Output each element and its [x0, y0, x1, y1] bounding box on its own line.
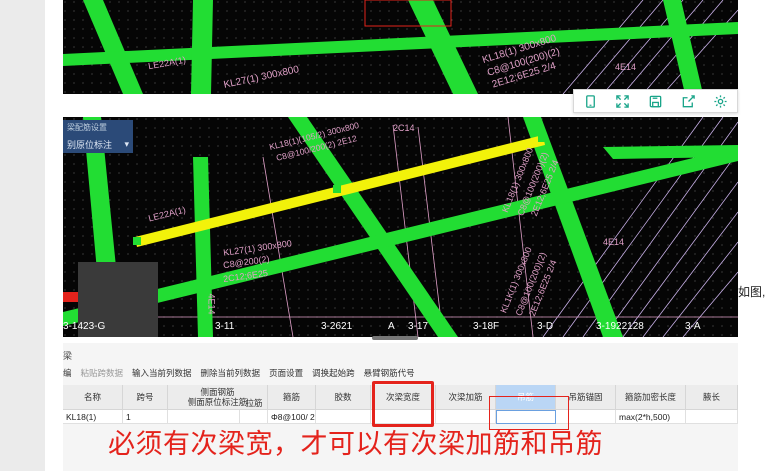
cad-main-drawing	[63, 117, 738, 337]
header-densify-length[interactable]: 箍筋加密长度	[616, 385, 686, 410]
toolbar-cantilever-code[interactable]: 悬臂钢筋代号	[364, 367, 415, 381]
cad-view-top[interactable]: KL18(1) 300x800 C8@100(200)(2) 2E12;6E25…	[63, 0, 738, 94]
dropdown-top-label: 梁配筋设置	[67, 123, 107, 132]
header-span[interactable]: 跨号	[123, 385, 168, 410]
dropdown-value: 别原位标注	[67, 140, 113, 150]
cell-haunch[interactable]	[686, 410, 738, 424]
expand-icon[interactable]	[613, 92, 633, 110]
annotation-mode-dropdown[interactable]: 梁配筋设置 别原位标注 ▾	[63, 120, 133, 153]
caret-down-icon: ▾	[124, 139, 129, 149]
tablet-icon[interactable]	[580, 92, 600, 110]
toolbar-paste-span-data[interactable]: 粘贴跨数据	[81, 367, 124, 381]
axis-label-1: 3-1423-G	[63, 321, 106, 332]
axis-label-4: A	[388, 321, 395, 332]
cad-top-label-6: 4E14	[615, 62, 637, 72]
header-haunch[interactable]: 腋长	[686, 385, 738, 410]
cell-densify-length[interactable]: max(2*h,500)	[616, 410, 686, 424]
axis-label-3: 3-2621	[321, 321, 353, 332]
header-side-bars-label: 侧面钢筋	[200, 387, 235, 397]
cad-label-15: 4E14	[603, 237, 625, 247]
side-text: 如图,	[738, 285, 766, 299]
axis-label-8: 3-1922128	[596, 321, 644, 332]
toolbar-page-setup[interactable]: 页面设置	[269, 367, 303, 381]
highlight-secondary-width	[372, 381, 434, 427]
cad-view-main[interactable]: KL18(1)(105/2) 300x800 C8@100/200(2) 2E1…	[63, 117, 738, 337]
cad-top-drawing	[63, 0, 738, 94]
toolbar-input-column[interactable]: 输入当前列数据	[132, 367, 192, 381]
floating-toolbar	[573, 89, 738, 113]
header-stirrup[interactable]: 箍筋	[268, 385, 316, 410]
header-name[interactable]: 名称	[63, 385, 123, 410]
axis-label-2: 3-11	[215, 321, 235, 332]
axis-label-6: 3-18F	[473, 321, 500, 332]
screenshot-root: KL18(1) 300x800 C8@100(200)(2) 2E12;6E25…	[0, 0, 773, 471]
left-gutter	[0, 0, 45, 471]
caption-annotation: 必须有次梁宽，才可以有次梁加筋和吊筋	[108, 429, 603, 460]
save-icon[interactable]	[645, 92, 665, 110]
share-icon[interactable]	[678, 92, 698, 110]
header-secondary-bars[interactable]: 次梁加筋	[436, 385, 496, 410]
cad-label-14: 4E14	[206, 293, 217, 315]
cad-label-3: 2C14	[393, 123, 415, 133]
toolbar-delete-column[interactable]: 删除当前列数据	[201, 367, 261, 381]
axis-label-5: 3-17	[408, 321, 429, 332]
header-side-orig-label: 侧面原位标注筋	[187, 397, 248, 407]
panel-toolbar: 编 粘贴跨数据 输入当前列数据 删除当前列数据 页面设置 调换起始跨 悬臂钢筋代…	[63, 367, 415, 381]
splitter-handle[interactable]	[372, 336, 418, 340]
panel-title: 梁	[63, 351, 73, 361]
header-count[interactable]: 胶数	[316, 385, 371, 410]
toolbar-swap-start-span[interactable]: 调换起始跨	[312, 367, 355, 381]
axis-label-9: 3-A	[685, 321, 701, 332]
toolbar-edit[interactable]: 编	[63, 367, 72, 381]
header-tie-bars[interactable]: 拉筋	[240, 395, 268, 410]
settings-icon[interactable]	[711, 92, 731, 110]
axis-label-7: 3-D	[537, 321, 554, 332]
